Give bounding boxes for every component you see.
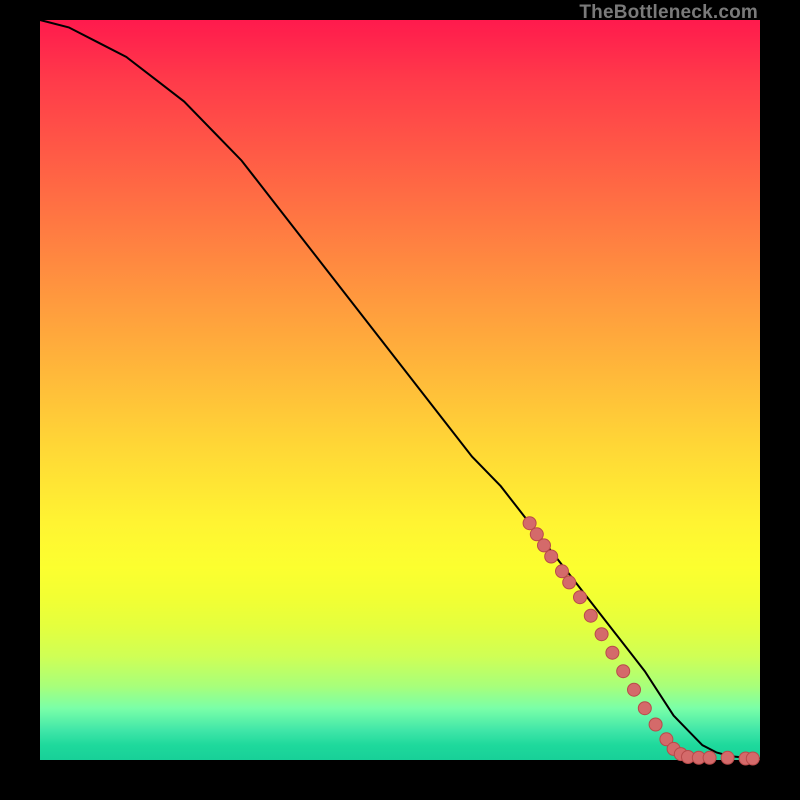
marker-point xyxy=(530,528,543,541)
marker-point xyxy=(703,751,716,764)
marker-point xyxy=(538,539,551,552)
marker-point xyxy=(584,609,597,622)
highlight-markers xyxy=(523,517,759,765)
marker-point xyxy=(628,683,641,696)
marker-point xyxy=(746,752,759,765)
chart-container: TheBottleneck.com xyxy=(0,0,800,800)
bottleneck-curve xyxy=(40,20,760,759)
marker-point xyxy=(721,751,734,764)
marker-point xyxy=(563,576,576,589)
plot-area xyxy=(40,20,760,760)
marker-point xyxy=(606,646,619,659)
marker-point xyxy=(545,550,558,563)
curve-svg xyxy=(40,20,760,760)
marker-point xyxy=(574,591,587,604)
marker-point xyxy=(595,628,608,641)
marker-point xyxy=(649,718,662,731)
marker-point xyxy=(556,565,569,578)
marker-point xyxy=(617,665,630,678)
marker-point xyxy=(638,702,651,715)
marker-point xyxy=(523,517,536,530)
